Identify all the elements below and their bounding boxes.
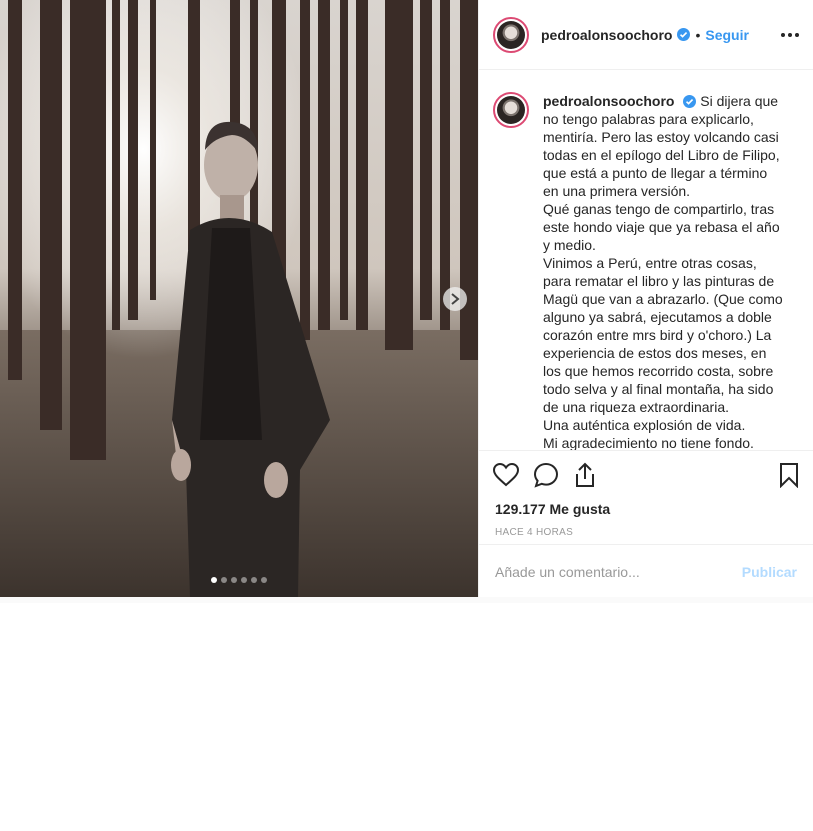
carousel-dot [251, 577, 257, 583]
carousel-dots [0, 577, 478, 583]
caption-avatar[interactable] [493, 92, 529, 128]
post-actions: 129.177 Me gusta HACE 4 HORAS Añade un c… [479, 450, 813, 831]
likes-count[interactable]: 129.177 Me gusta [479, 489, 813, 517]
comment-bar: Añade un comentario... Publicar [479, 544, 813, 599]
caption-text: pedroalonsoochoro Si dijera que no tengo… [543, 92, 783, 450]
post-sidebar: pedroalonsoochoro • Seguir pedroalonsooc… [478, 0, 813, 597]
post-header: pedroalonsoochoro • Seguir [479, 0, 813, 70]
chevron-right-icon [451, 293, 460, 305]
caption-username-link[interactable]: pedroalonsoochoro [543, 93, 674, 109]
follow-button[interactable]: Seguir [705, 27, 749, 43]
post-timestamp[interactable]: HACE 4 HORAS [479, 517, 813, 538]
more-options-icon[interactable] [781, 32, 799, 37]
comment-input[interactable]: Añade un comentario... [495, 564, 742, 580]
verified-badge-icon [683, 95, 697, 108]
verified-badge-icon [677, 28, 691, 41]
bookmark-icon[interactable] [779, 462, 799, 488]
next-photo-button[interactable] [443, 287, 467, 311]
avatar[interactable] [493, 16, 529, 53]
carousel-dot [221, 577, 227, 583]
heart-icon[interactable] [493, 463, 519, 487]
carousel-dot [261, 577, 267, 583]
comment-icon[interactable] [533, 462, 559, 488]
caption-body: Si dijera que no tengo palabras para exp… [543, 93, 783, 450]
forest-portrait-image [0, 0, 478, 597]
caption-section: pedroalonsoochoro Si dijera que no tengo… [479, 70, 813, 450]
separator-dot: • [695, 26, 701, 43]
bottom-strip [0, 597, 813, 603]
share-icon[interactable] [573, 462, 597, 488]
post-photo[interactable] [0, 0, 478, 597]
carousel-dot [211, 577, 217, 583]
carousel-dot [241, 577, 247, 583]
publish-button[interactable]: Publicar [742, 564, 797, 580]
username-link[interactable]: pedroalonsoochoro [541, 27, 672, 43]
carousel-dot [231, 577, 237, 583]
